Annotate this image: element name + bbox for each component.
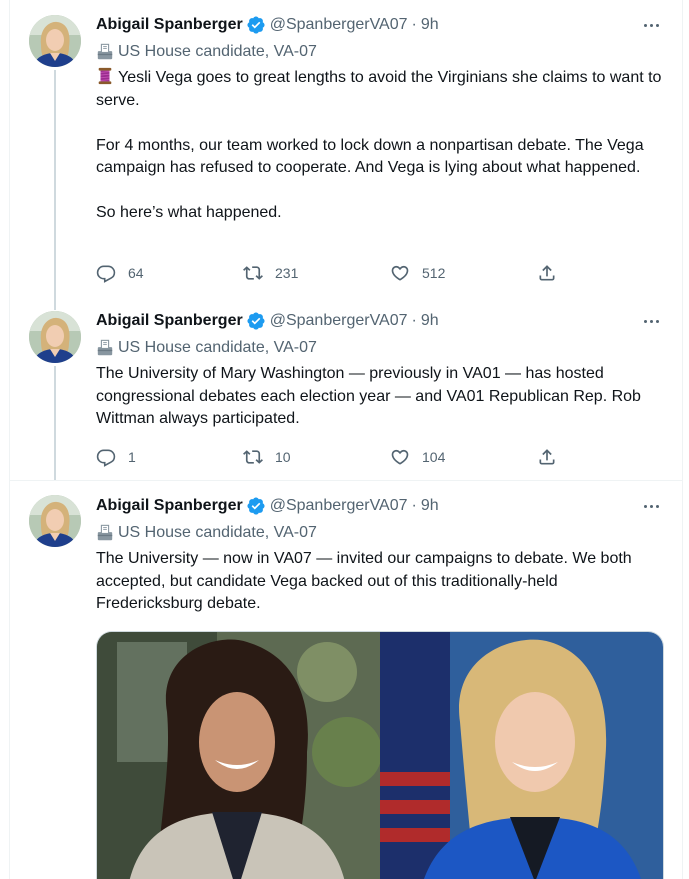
reply-icon <box>96 263 116 283</box>
thread-connector-line <box>54 296 56 310</box>
tweet-paragraph: For 4 months, our team worked to lock do… <box>96 136 649 177</box>
like-count: 104 <box>422 449 446 465</box>
like-icon <box>390 447 410 467</box>
tweet-actions: 64 231 512 <box>96 262 663 284</box>
tweet-1[interactable]: Abigail Spanberger @SpanbergerVA07 · 9h … <box>10 0 683 296</box>
ballot-box-icon <box>96 524 114 542</box>
affiliation-label: US House candidate, VA-07 <box>96 522 663 544</box>
tweet-paragraph: The University — now in VA07 — invited o… <box>96 550 637 612</box>
more-options-icon[interactable] <box>639 312 663 330</box>
affiliation-label: US House candidate, VA-07 <box>96 337 663 359</box>
retweet-icon <box>243 263 263 283</box>
thread-spool-icon <box>96 67 114 85</box>
tweet-actions: 1 10 104 <box>96 446 663 468</box>
separator-dot: · <box>411 312 417 329</box>
photo-left-candidate <box>97 632 382 879</box>
tweet-timestamp[interactable]: 9h <box>421 497 439 515</box>
reply-count: 1 <box>128 449 136 465</box>
tweet-timestamp[interactable]: 9h <box>421 16 439 34</box>
verified-badge-icon <box>246 496 266 516</box>
avatar[interactable] <box>29 495 81 547</box>
photo-right-candidate <box>380 632 663 879</box>
retweet-count: 231 <box>275 265 299 281</box>
like-icon <box>390 263 410 283</box>
tweet-header: Abigail Spanberger @SpanbergerVA07 · 9h <box>96 495 663 517</box>
tweet-text: The University — now in VA07 — invited o… <box>96 548 663 616</box>
retweet-button[interactable]: 10 <box>243 446 390 468</box>
like-button[interactable]: 512 <box>390 262 537 284</box>
separator-dot: · <box>411 497 417 514</box>
like-button[interactable]: 104 <box>390 446 537 468</box>
tweet-header: Abigail Spanberger @SpanbergerVA07 · 9h <box>96 14 663 36</box>
avatar[interactable] <box>29 15 81 67</box>
author-name[interactable]: Abigail Spanberger <box>96 312 243 330</box>
reply-button[interactable]: 64 <box>96 262 243 284</box>
tweet-timestamp[interactable]: 9h <box>421 312 439 330</box>
tweet-3[interactable]: Abigail Spanberger @SpanbergerVA07 · 9h … <box>10 480 683 879</box>
tweet-header: Abigail Spanberger @SpanbergerVA07 · 9h <box>96 310 663 332</box>
ballot-box-icon <box>96 339 114 357</box>
tweet-text: Yesli Vega goes to great lengths to avoi… <box>96 67 663 225</box>
reply-count: 64 <box>128 265 144 281</box>
more-options-icon[interactable] <box>639 16 663 34</box>
reply-button[interactable]: 1 <box>96 446 243 468</box>
retweet-count: 10 <box>275 449 291 465</box>
author-name[interactable]: Abigail Spanberger <box>96 16 243 34</box>
affiliation-label: US House candidate, VA-07 <box>96 41 663 63</box>
share-icon <box>537 263 557 283</box>
verified-badge-icon <box>246 311 266 331</box>
tweet-media-photo[interactable] <box>96 631 664 879</box>
tweet-paragraph: Yesli Vega goes to great lengths to avoi… <box>96 69 666 109</box>
tweet-text: The University of Mary Washington — prev… <box>96 363 663 431</box>
share-icon <box>537 447 557 467</box>
affiliation-label-text: US House candidate, VA-07 <box>118 339 317 356</box>
author-handle[interactable]: @SpanbergerVA07 <box>270 16 408 34</box>
avatar[interactable] <box>29 311 81 363</box>
thread-connector-line <box>54 70 56 296</box>
more-options-icon[interactable] <box>639 497 663 515</box>
tweet-paragraph: So here’s what happened. <box>96 204 282 221</box>
author-handle[interactable]: @SpanbergerVA07 <box>270 497 408 515</box>
reply-icon <box>96 447 116 467</box>
thread-connector-line <box>54 366 56 480</box>
author-handle[interactable]: @SpanbergerVA07 <box>270 312 408 330</box>
tweet-2[interactable]: Abigail Spanberger @SpanbergerVA07 · 9h … <box>10 296 683 480</box>
affiliation-label-text: US House candidate, VA-07 <box>118 524 317 541</box>
share-button[interactable] <box>537 446 569 468</box>
like-count: 512 <box>422 265 446 281</box>
affiliation-label-text: US House candidate, VA-07 <box>118 43 317 60</box>
tweet-paragraph: The University of Mary Washington — prev… <box>96 365 646 427</box>
ballot-box-icon <box>96 43 114 61</box>
author-name[interactable]: Abigail Spanberger <box>96 497 243 515</box>
separator-dot: · <box>411 16 417 33</box>
retweet-icon <box>243 447 263 467</box>
verified-badge-icon <box>246 15 266 35</box>
retweet-button[interactable]: 231 <box>243 262 390 284</box>
share-button[interactable] <box>537 262 569 284</box>
